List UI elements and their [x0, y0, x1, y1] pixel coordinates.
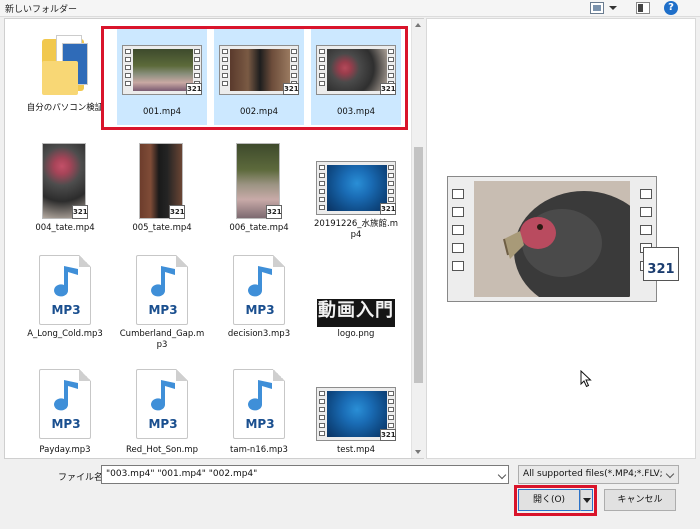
video-thumbnail: 321 [42, 143, 88, 221]
file-name: 006_tate.mp4 [229, 223, 289, 233]
preview-image [474, 181, 630, 297]
file-name: 005_tate.mp4 [132, 223, 192, 233]
mp3-file-icon: MP3 [136, 255, 188, 327]
file-name: logo.png [337, 329, 375, 339]
file-name: 004_tate.mp4 [35, 223, 95, 233]
file-name: A_Long_Cold.mp3 [27, 329, 103, 339]
file-list-panel: 自分のパソコン検証 321 001.mp4 321 002.mp4 321 00… [4, 18, 424, 459]
mp3-file-icon: MP3 [39, 369, 91, 441]
file-name: tam-n16.mp3 [230, 445, 288, 455]
folder-title: 新しいフォルダー [5, 5, 78, 15]
video-thumbnail: 321 [139, 143, 185, 221]
open-split-dropdown-icon[interactable] [580, 489, 593, 511]
file-item-red-hot-son[interactable]: MP3 Red_Hot_Son.mp [117, 369, 207, 459]
file-item-a-long-cold[interactable]: MP3 A_Long_Cold.mp3 [20, 255, 110, 355]
video-thumbnail: 321 [122, 45, 202, 103]
help-icon[interactable]: ? [664, 1, 678, 15]
cancel-button[interactable]: キャンセル [604, 489, 676, 511]
file-item-003-mp4[interactable]: 321 003.mp4 [311, 29, 401, 125]
scroll-up-arrow-icon[interactable] [412, 19, 425, 32]
file-list-scrollbar[interactable] [411, 19, 424, 458]
file-item-tam-n16[interactable]: MP3 tam-n16.mp3 [214, 369, 304, 459]
file-item-folder[interactable]: 自分のパソコン検証 [20, 31, 110, 141]
video-thumbnail: 321 [219, 45, 299, 103]
preview-video-thumbnail [447, 176, 657, 302]
file-name: Cumberland_Gap.mp3 [119, 329, 205, 350]
file-name: test.mp4 [336, 445, 376, 455]
image-thumbnail: 動画入門 [316, 255, 396, 327]
file-item-decision3[interactable]: MP3 decision3.mp3 [214, 255, 304, 355]
mp3-file-icon: MP3 [136, 369, 188, 441]
file-name: 002.mp4 [239, 107, 278, 117]
file-name: 001.mp4 [142, 107, 181, 117]
mp3-file-icon: MP3 [39, 255, 91, 327]
filename-input[interactable]: "003.mp4" "001.mp4" "002.mp4" [101, 465, 509, 484]
scroll-down-arrow-icon[interactable] [412, 445, 425, 458]
file-name: 自分のパソコン検証 [26, 103, 104, 113]
video-thumbnail: 321 [316, 161, 396, 219]
open-button[interactable]: 開く(O) [518, 489, 580, 511]
file-item-004-tate[interactable]: 321 004_tate.mp4 [20, 143, 110, 233]
file-item-test-mp4[interactable]: 321 test.mp4 [311, 369, 401, 459]
file-name: Red_Hot_Son.mp [126, 445, 198, 455]
file-name: Payday.mp3 [39, 445, 91, 455]
video-thumbnail: 321 [316, 387, 396, 445]
file-item-logo-png[interactable]: 動画入門 logo.png [311, 255, 401, 355]
view-dropdown-chevron-icon[interactable] [608, 2, 618, 14]
file-item-cumberland-gap[interactable]: MP3 Cumberland_Gap.mp3 [117, 255, 207, 355]
file-name: 20191226_水族館.mp4 [314, 219, 398, 240]
mp3-file-icon: MP3 [233, 369, 285, 441]
filename-dropdown-chevron-icon[interactable] [497, 466, 508, 483]
folder-icon [40, 31, 90, 99]
file-item-005-tate[interactable]: 321 005_tate.mp4 [117, 143, 207, 233]
scrollbar-thumb[interactable] [414, 147, 423, 383]
video-thumbnail: 321 [316, 45, 396, 103]
file-type-select[interactable]: All supported files(*.MP4;*.FLV; [518, 465, 679, 484]
file-item-002-mp4[interactable]: 321 002.mp4 [214, 29, 304, 125]
file-item-006-tate[interactable]: 321 006_tate.mp4 [214, 143, 304, 233]
mouse-cursor-icon [580, 370, 592, 388]
view-change-icon[interactable] [590, 2, 604, 14]
video-thumbnail: 321 [236, 143, 282, 221]
file-item-20191226[interactable]: 321 20191226_水族館.mp4 [311, 143, 401, 243]
preview-pane-icon[interactable] [636, 2, 650, 14]
file-item-payday[interactable]: MP3 Payday.mp3 [20, 369, 110, 459]
file-item-001-mp4[interactable]: 321 001.mp4 [117, 29, 207, 125]
file-name: decision3.mp3 [227, 329, 291, 339]
dialog-toolbar: 新しいフォルダー ? [0, 0, 700, 17]
preview-badge-icon: 321 [643, 247, 679, 281]
mp3-file-icon: MP3 [233, 255, 285, 327]
file-name: 003.mp4 [336, 107, 375, 117]
preview-pane: 321 [426, 18, 696, 459]
